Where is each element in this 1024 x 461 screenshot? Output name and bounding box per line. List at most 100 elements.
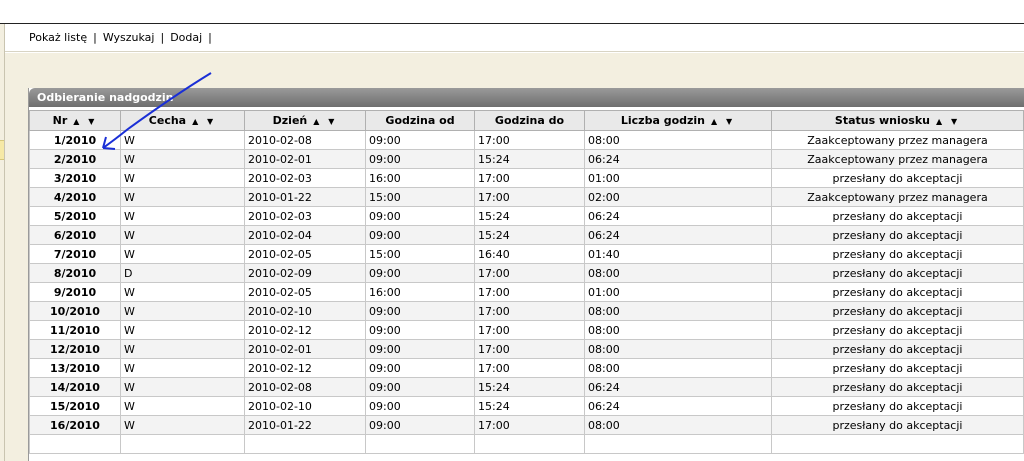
table-row[interactable]: 1/2010 W 2010-02-08 09:00 17:00 08:00 Zaakcept… (29, 130, 1024, 150)
cell-liczba-godzin: 01:00 (584, 168, 772, 188)
cell-cecha: W (120, 225, 245, 245)
column-header-nr[interactable]: Nr ▲ ▼ (29, 110, 121, 131)
table-row[interactable]: 11/2010 W 2010-02-12 09:00 17:00 08:00 przesła… (29, 320, 1024, 340)
cell-dzien: 2010-02-12 (244, 358, 366, 378)
cell-nr: 14/2010 (29, 377, 121, 397)
cell-godzina-do: 17:00 (474, 282, 585, 302)
cell-cecha: W (120, 282, 245, 302)
cell-godzina-do: 15:24 (474, 225, 585, 245)
cell-dzien: 2010-02-03 (244, 168, 366, 188)
cell-godzina-od: 09:00 (365, 130, 475, 150)
table-row[interactable] (29, 434, 1024, 454)
cell-godzina-do: 17:00 (474, 130, 585, 150)
search-link[interactable]: Wyszukaj (103, 31, 155, 44)
cell-cecha: W (120, 415, 245, 435)
table-row[interactable]: 8/2010 D 2010-02-09 09:00 17:00 08:00 przesłan… (29, 263, 1024, 283)
cell-status: przesłany do akceptacji (771, 377, 1024, 397)
cell-liczba-godzin: 06:24 (584, 225, 772, 245)
sort-arrows-icon[interactable]: ▲ ▼ (711, 117, 735, 126)
sort-arrows-icon[interactable]: ▲ ▼ (192, 117, 216, 126)
cell-cecha: W (120, 244, 245, 264)
column-label: Liczba godzin (620, 114, 706, 127)
cell-godzina-do: 17:00 (474, 301, 585, 321)
cell-nr: 11/2010 (29, 320, 121, 340)
table-row[interactable]: 13/2010 W 2010-02-12 09:00 17:00 08:00 przesła… (29, 358, 1024, 378)
table-header-row: Nr ▲ ▼ Cecha ▲ ▼ Dzień ▲ ▼ Godzina od Godzi… (29, 110, 1024, 131)
show-list-link[interactable]: Pokaż listę (29, 31, 87, 44)
cell-cecha: W (120, 130, 245, 150)
table-row[interactable]: 14/2010 W 2010-02-08 09:00 15:24 06:24 przesła… (29, 377, 1024, 397)
table-row[interactable]: 15/2010 W 2010-02-10 09:00 15:24 06:24 przesła… (29, 396, 1024, 416)
panel-title: Odbieranie nadgodzin (29, 88, 1024, 107)
cell-cecha: W (120, 149, 245, 169)
cell-status: przesłany do akceptacji (771, 396, 1024, 416)
table-row[interactable]: 16/2010 W 2010-01-22 09:00 17:00 08:00 przesła… (29, 415, 1024, 435)
cell-godzina-do: 17:00 (474, 339, 585, 359)
table-row[interactable]: 5/2010 W 2010-02-03 09:00 15:24 06:24 przesłan… (29, 206, 1024, 226)
cell-liczba-godzin: 08:00 (584, 415, 772, 435)
cell-dzien: 2010-02-12 (244, 320, 366, 340)
cell-godzina-do: 15:24 (474, 149, 585, 169)
table-row[interactable]: 10/2010 W 2010-02-10 09:00 17:00 08:00 przesła… (29, 301, 1024, 321)
cell-dzien: 2010-01-22 (244, 415, 366, 435)
cell-nr: 10/2010 (29, 301, 121, 321)
cell-godzina-do: 17:00 (474, 187, 585, 207)
cell-liczba-godzin: 08:00 (584, 130, 772, 150)
cell-liczba-godzin: 01:00 (584, 282, 772, 302)
table-row[interactable]: 6/2010 W 2010-02-04 09:00 15:24 06:24 przesłan… (29, 225, 1024, 245)
column-label: Nr (52, 114, 68, 127)
column-label: Status wniosku (834, 114, 930, 127)
cell-status: przesłany do akceptacji (771, 339, 1024, 359)
cell-godzina-od: 09:00 (365, 263, 475, 283)
cell-cecha: W (120, 206, 245, 226)
cell-liczba-godzin: 08:00 (584, 301, 772, 321)
sort-arrows-icon[interactable]: ▲ ▼ (73, 117, 97, 126)
cell-liczba-godzin: 08:00 (584, 339, 772, 359)
column-header-cecha[interactable]: Cecha ▲ ▼ (120, 110, 245, 131)
cell-godzina-do: 17:00 (474, 168, 585, 188)
cell-status: przesłany do akceptacji (771, 225, 1024, 245)
cell-godzina-do: 17:00 (474, 263, 585, 283)
cell-dzien: 2010-02-08 (244, 377, 366, 397)
cell-dzien: 2010-02-03 (244, 206, 366, 226)
cell-dzien: 2010-02-05 (244, 282, 366, 302)
cell-godzina-od: 09:00 (365, 149, 475, 169)
cell-godzina-do: 15:24 (474, 377, 585, 397)
cell-status (771, 434, 1024, 454)
toolbar: Pokaż listę | Wyszukaj | Dodaj | (5, 24, 1024, 52)
table-row[interactable]: 2/2010 W 2010-02-01 09:00 15:24 06:24 Zaakcept… (29, 149, 1024, 169)
cell-godzina-od: 09:00 (365, 225, 475, 245)
cell-dzien (244, 434, 366, 454)
toolbar-separator: | (208, 31, 212, 44)
cell-godzina-od: 09:00 (365, 358, 475, 378)
cell-cecha: W (120, 301, 245, 321)
table-row[interactable]: 7/2010 W 2010-02-05 15:00 16:40 01:40 przesłan… (29, 244, 1024, 264)
column-header-status[interactable]: Status wniosku ▲ ▼ (771, 110, 1024, 131)
cell-cecha: W (120, 168, 245, 188)
table-row[interactable]: 4/2010 W 2010-01-22 15:00 17:00 02:00 Zaakcept… (29, 187, 1024, 207)
table-row[interactable]: 9/2010 W 2010-02-05 16:00 17:00 01:00 przesłan… (29, 282, 1024, 302)
cell-godzina-od: 15:00 (365, 187, 475, 207)
column-label: Cecha (148, 114, 187, 127)
cell-nr: 15/2010 (29, 396, 121, 416)
cell-status: przesłany do akceptacji (771, 206, 1024, 226)
table-row[interactable]: 12/2010 W 2010-02-01 09:00 17:00 08:00 przesła… (29, 339, 1024, 359)
cell-nr: 7/2010 (29, 244, 121, 264)
cell-status: Zaakceptowany przez managera (771, 149, 1024, 169)
sort-arrows-icon[interactable]: ▲ ▼ (313, 117, 337, 126)
cell-godzina-do: 17:00 (474, 320, 585, 340)
cell-nr: 16/2010 (29, 415, 121, 435)
add-link[interactable]: Dodaj (170, 31, 202, 44)
cell-nr: 8/2010 (29, 263, 121, 283)
cell-dzien: 2010-01-22 (244, 187, 366, 207)
cell-status: przesłany do akceptacji (771, 301, 1024, 321)
cell-liczba-godzin: 08:00 (584, 320, 772, 340)
cell-godzina-do: 15:24 (474, 396, 585, 416)
left-frame-marker (0, 140, 4, 160)
table-row[interactable]: 3/2010 W 2010-02-03 16:00 17:00 01:00 przesłan… (29, 168, 1024, 188)
cell-nr: 12/2010 (29, 339, 121, 359)
sort-arrows-icon[interactable]: ▲ ▼ (936, 117, 960, 126)
column-header-liczba-godzin[interactable]: Liczba godzin ▲ ▼ (584, 110, 772, 131)
column-header-dzien[interactable]: Dzień ▲ ▼ (244, 110, 366, 131)
cell-liczba-godzin: 06:24 (584, 396, 772, 416)
